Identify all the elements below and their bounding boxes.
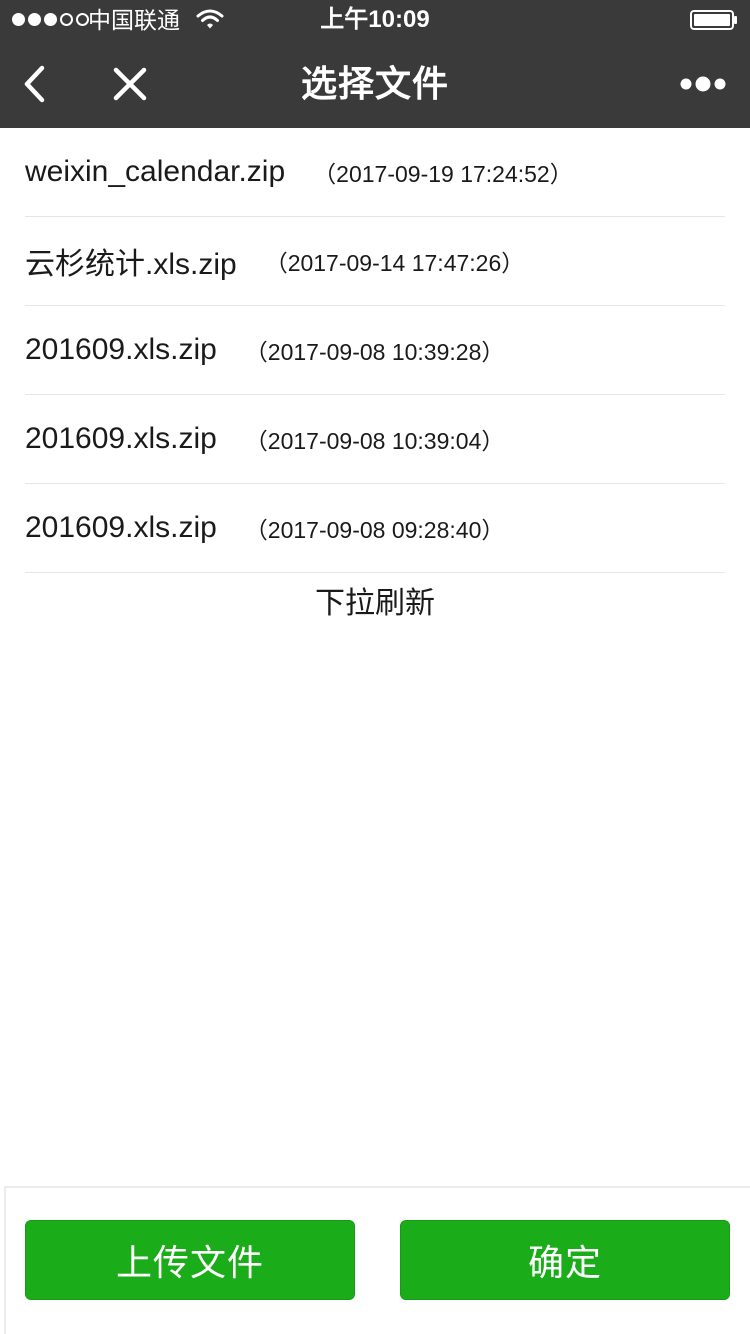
file-name: 201609.xls.zip [25, 333, 217, 366]
page-title: 选择文件 [300, 63, 449, 104]
upload-file-button[interactable]: 上传文件 [25, 1220, 355, 1300]
file-list-item[interactable]: 201609.xls.zip （2017-09-08 10:39:04） [25, 395, 725, 484]
file-list-item[interactable]: weixin_calendar.zip （2017-09-19 17:24:52… [25, 128, 725, 217]
navigation-bar: 选择文件 [0, 40, 750, 128]
file-timestamp: （2017-09-08 10:39:28） [244, 339, 505, 365]
file-name: 云杉统计.xls.zip [25, 248, 237, 281]
file-timestamp: （2017-09-14 17:47:26） [264, 250, 525, 276]
file-timestamp: （2017-09-19 17:24:52） [313, 161, 573, 187]
bottom-action-bar: 上传文件 确定 [4, 1186, 750, 1334]
file-list-item[interactable]: 云杉统计.xls.zip （2017-09-14 17:47:26） [25, 217, 725, 306]
status-time: 上午10:09 [320, 6, 430, 33]
file-name: 201609.xls.zip [25, 422, 217, 455]
file-list: weixin_calendar.zip （2017-09-19 17:24:52… [25, 128, 725, 573]
file-list-item[interactable]: 201609.xls.zip （2017-09-08 10:39:28） [25, 306, 725, 395]
top-bar: 中国联通 上午10:09 选择文件 [0, 0, 750, 128]
more-dots-icon[interactable] [678, 70, 728, 98]
pull-to-refresh-hint: 下拉刷新 [315, 587, 435, 620]
status-bar: 中国联通 上午10:09 [0, 0, 750, 40]
file-timestamp: （2017-09-08 09:28:40） [244, 517, 505, 543]
file-name: 201609.xls.zip [25, 511, 217, 544]
confirm-button[interactable]: 确定 [400, 1220, 730, 1300]
file-list-item[interactable]: 201609.xls.zip （2017-09-08 09:28:40） [25, 484, 725, 573]
battery-icon [690, 10, 737, 30]
file-timestamp: （2017-09-08 10:39:04） [244, 428, 505, 454]
file-name: weixin_calendar.zip [25, 155, 286, 188]
